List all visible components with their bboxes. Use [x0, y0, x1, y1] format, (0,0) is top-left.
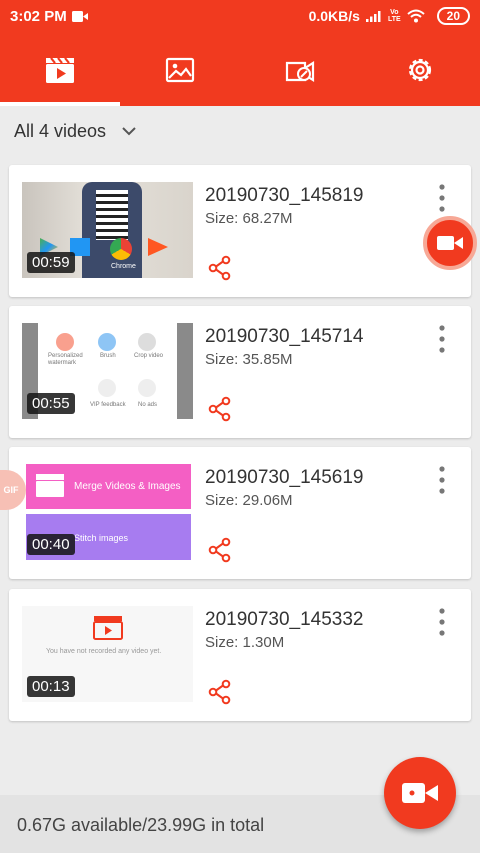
- thumbnail-caption: You have not recorded any video yet.: [46, 648, 162, 655]
- thumbnail-caption: VIP feedback: [90, 402, 126, 408]
- app-icon: [148, 238, 168, 256]
- share-icon[interactable]: [207, 679, 233, 705]
- duration-badge: 00:13: [27, 676, 75, 697]
- video-clapper-icon: [46, 56, 74, 83]
- floating-record-button[interactable]: [423, 216, 477, 270]
- volte-top: Vo: [390, 9, 399, 16]
- tab-images[interactable]: [120, 33, 240, 106]
- share-icon[interactable]: [207, 396, 233, 422]
- crop-feature-icon: [138, 333, 156, 351]
- volte-indicator: Vo LTE: [388, 9, 401, 23]
- more-options-icon[interactable]: [435, 324, 449, 354]
- thumbnail-side-panel: [177, 323, 193, 419]
- video-card[interactable]: Merge Videos & Images Stitch images 00:4…: [9, 447, 471, 579]
- volte-bottom: LTE: [387, 16, 401, 23]
- thumbnail-caption: Merge Videos & Images: [74, 481, 181, 492]
- recording-indicator-icon: [72, 11, 88, 22]
- video-clapper-icon: [36, 474, 64, 497]
- more-options-icon[interactable]: [435, 465, 449, 495]
- wifi-icon: [406, 9, 425, 23]
- video-clapper-icon: [93, 616, 123, 640]
- signal-icon: [365, 11, 381, 22]
- network-speed: 0.0KB/s: [308, 8, 360, 24]
- storage-text: 0.67G available/23.99G in total: [17, 815, 265, 835]
- watermark-feature-icon: [56, 333, 74, 351]
- video-title: 20190730_145819: [205, 185, 364, 206]
- vip-feature-icon: [98, 379, 116, 397]
- top-tab-bar: [0, 33, 480, 106]
- record-fab[interactable]: [384, 757, 456, 829]
- status-indicators: 0.0KB/s Vo LTE 20: [309, 7, 470, 25]
- tab-settings[interactable]: [360, 33, 480, 106]
- filter-label: All 4 videos: [14, 121, 107, 141]
- status-time: 3:02 PM: [10, 8, 67, 25]
- video-title: 20190730_145714: [205, 326, 364, 347]
- video-size: Size: 35.85M: [205, 351, 293, 368]
- thumbnail-caption: No ads: [138, 402, 158, 408]
- thumbnail-caption: Crop video: [134, 353, 164, 359]
- duration-badge: 00:55: [27, 393, 75, 414]
- video-size: Size: 29.06M: [205, 492, 293, 509]
- share-icon[interactable]: [207, 255, 233, 281]
- duration-badge: 00:59: [27, 252, 75, 273]
- gif-label: GIF: [3, 485, 19, 495]
- video-title: 20190730_145332: [205, 609, 364, 630]
- tab-tools[interactable]: [240, 33, 360, 106]
- thumbnail-caption: Personalized watermark: [48, 353, 83, 366]
- thumbnail-caption: Stitch images: [74, 533, 129, 543]
- video-thumbnail[interactable]: You have not recorded any video yet. 00:…: [22, 606, 193, 702]
- video-thumbnail[interactable]: Personalized watermark Brush Crop video …: [22, 323, 193, 419]
- thumbnail-caption: Chrome: [111, 263, 136, 270]
- video-card[interactable]: Chrome 00:59 20190730_145819 Size: 68.27…: [9, 165, 471, 297]
- brush-feature-icon: [98, 333, 116, 351]
- chevron-down-icon: [122, 127, 136, 136]
- video-camera-icon: [402, 783, 438, 803]
- video-edit-icon: [285, 60, 315, 82]
- video-size: Size: 68.27M: [205, 210, 293, 227]
- video-card[interactable]: Personalized watermark Brush Crop video …: [9, 306, 471, 438]
- tab-videos[interactable]: [0, 33, 120, 106]
- video-camera-icon: [437, 236, 463, 250]
- gear-icon: [408, 58, 432, 81]
- video-size: Size: 1.30M: [205, 634, 285, 651]
- merge-panel: Merge Videos & Images: [26, 464, 191, 509]
- no-ads-feature-icon: [138, 379, 156, 397]
- image-icon: [165, 57, 195, 82]
- more-options-icon[interactable]: [435, 183, 449, 213]
- thumbnail-shirt: [96, 190, 128, 240]
- chrome-icon: [110, 238, 132, 260]
- video-filter-dropdown[interactable]: All 4 videos: [0, 106, 480, 158]
- battery-indicator: 20: [436, 7, 470, 25]
- video-thumbnail[interactable]: Merge Videos & Images Stitch images 00:4…: [22, 464, 193, 560]
- video-title: 20190730_145619: [205, 467, 364, 488]
- thumbnail-caption: Brush: [100, 353, 116, 359]
- video-thumbnail[interactable]: Chrome 00:59: [22, 182, 193, 278]
- duration-badge: 00:40: [27, 534, 75, 555]
- status-bar: 3:02 PM 0.0KB/s Vo LTE 20: [0, 0, 480, 33]
- video-card[interactable]: You have not recorded any video yet. 00:…: [9, 589, 471, 721]
- more-options-icon[interactable]: [435, 607, 449, 637]
- share-icon[interactable]: [207, 537, 233, 563]
